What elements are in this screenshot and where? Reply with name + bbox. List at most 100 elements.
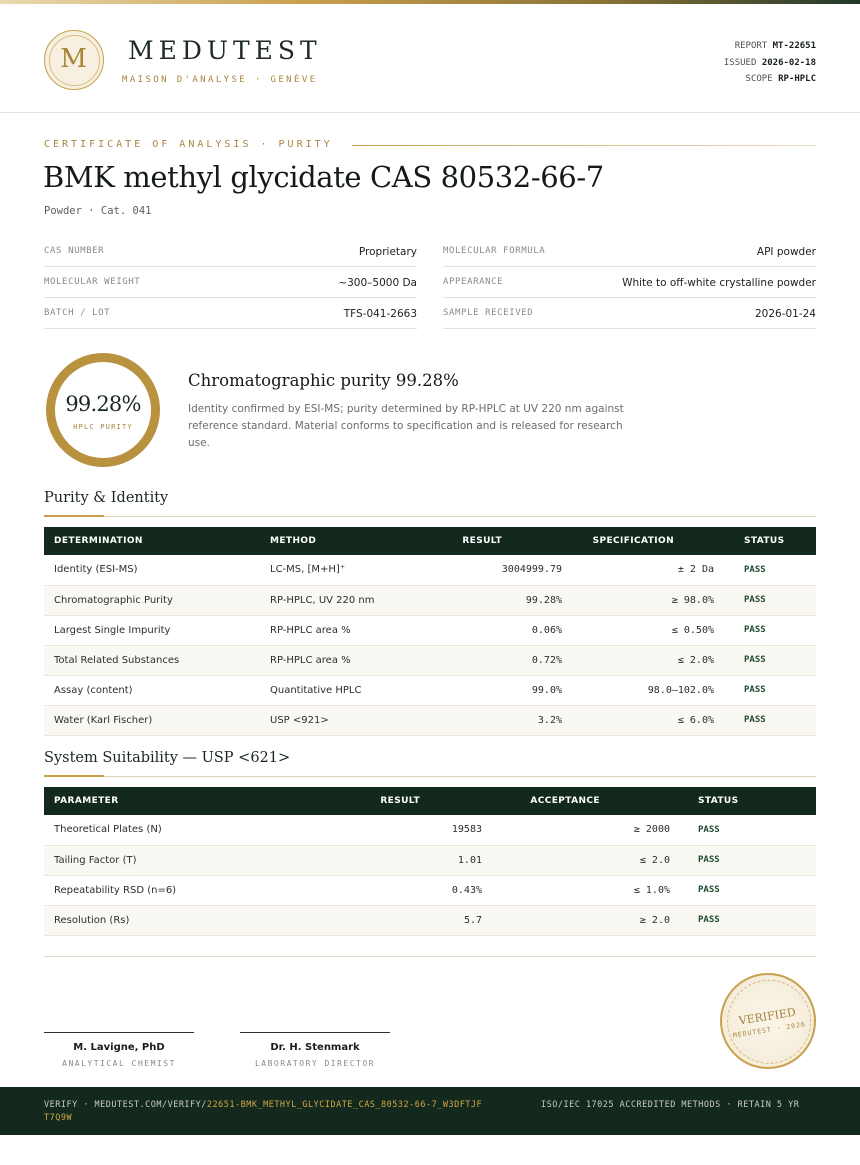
result-cell: 5.7 bbox=[344, 905, 492, 936]
purity-heading: Chromatographic purity 99.28% bbox=[188, 371, 459, 390]
status-badge: PASS bbox=[680, 815, 816, 846]
status-badge: PASS bbox=[680, 905, 816, 936]
acceptance-cell: ≥ 2000 bbox=[492, 815, 680, 846]
issued-date: ISSUED 2026-02-18 bbox=[723, 57, 816, 68]
table-row: Water (Karl Fischer) USP <921> 3.2% ≤ 6.… bbox=[44, 705, 816, 736]
signatory-role: LABORATORY DIRECTOR bbox=[254, 1059, 375, 1068]
specification-cell: ≤ 0.50% bbox=[572, 615, 724, 646]
parameter-cell: Resolution (Rs) bbox=[44, 905, 344, 936]
spec-row-cas: CAS NUMBER Proprietary bbox=[44, 236, 417, 267]
status-badge: PASS bbox=[724, 585, 816, 616]
spec-value: ~300–5000 Da bbox=[338, 277, 417, 289]
specification-cell: ≤ 2.0% bbox=[572, 645, 724, 676]
purity-caption: HPLC PURITY bbox=[73, 423, 133, 431]
table-row: Chromatographic Purity RP-HPLC, UV 220 n… bbox=[44, 585, 816, 616]
footer-divider bbox=[44, 956, 816, 957]
column-header: DETERMINATION bbox=[54, 536, 143, 546]
table-header-row: PARAMETER RESULT ACCEPTANCE STATUS bbox=[44, 787, 816, 815]
result-cell: 0.72% bbox=[428, 645, 572, 676]
kicker-text: CERTIFICATE OF ANALYSIS · PURITY bbox=[44, 139, 333, 150]
method-cell: RP-HPLC, UV 220 nm bbox=[260, 585, 428, 616]
method-cell: RP-HPLC area % bbox=[260, 615, 428, 646]
signatory-name: M. Lavigne, PhD bbox=[73, 1042, 165, 1053]
specification-cell: ≤ 6.0% bbox=[572, 705, 724, 736]
result-cell: 19583 bbox=[344, 815, 492, 846]
section-divider bbox=[44, 515, 816, 517]
stamp-word: VERIFIED bbox=[737, 1005, 797, 1028]
verified-stamp: VERIFIED MEDUTEST · 2026 bbox=[713, 966, 823, 1076]
spec-row-formula: MOLECULAR FORMULA API powder bbox=[443, 236, 816, 267]
column-header: STATUS bbox=[698, 796, 739, 806]
signatory-role: ANALYTICAL CHEMIST bbox=[62, 1059, 176, 1068]
status-badge: PASS bbox=[724, 705, 816, 736]
table-row: Tailing Factor (T) 1.01 ≤ 2.0 PASS bbox=[44, 845, 816, 876]
method-cell: USP <921> bbox=[260, 705, 428, 736]
result-cell: 3.2% bbox=[428, 705, 572, 736]
specification-cell: ± 2 Da bbox=[572, 555, 724, 586]
verification-link[interactable]: VERIFY · MEDUTEST.COM/VERIFY/22651-BMK_M… bbox=[44, 1099, 484, 1125]
product-subtitle: Powder · Cat. 041 bbox=[44, 205, 152, 217]
status-badge: PASS bbox=[724, 555, 816, 586]
spec-value: White to off-white crystalline powder bbox=[622, 277, 816, 289]
acceptance-cell: ≥ 2.0 bbox=[492, 905, 680, 936]
medutest-logo: M bbox=[44, 30, 104, 90]
determination-cell: Identity (ESI-MS) bbox=[44, 555, 260, 586]
report-meta: REPORT MT-22651 ISSUED 2026-02-18 SCOPE … bbox=[724, 38, 816, 88]
determination-cell: Assay (content) bbox=[44, 675, 260, 706]
spec-row-molecular-weight: MOLECULAR WEIGHT ~300–5000 Da bbox=[44, 267, 417, 298]
status-badge: PASS bbox=[724, 645, 816, 676]
method-cell: RP-HPLC area % bbox=[260, 645, 428, 676]
signature-analytical-chemist: M. Lavigne, PhD ANALYTICAL CHEMIST bbox=[44, 1032, 194, 1068]
status-badge: PASS bbox=[724, 675, 816, 706]
signature-laboratory-director: Dr. H. Stenmark LABORATORY DIRECTOR bbox=[240, 1032, 390, 1068]
purity-badge: 99.28% HPLC PURITY bbox=[46, 353, 160, 467]
purity-identity-table: DETERMINATION METHOD RESULT SPECIFICATIO… bbox=[44, 527, 816, 736]
method-cell: LC-MS, [M+H]⁺ bbox=[260, 555, 428, 586]
spec-label: CAS NUMBER bbox=[44, 246, 105, 256]
table-row: Identity (ESI-MS) LC-MS, [M+H]⁺ 3004999.… bbox=[44, 555, 816, 586]
signatory-name: Dr. H. Stenmark bbox=[270, 1042, 360, 1053]
parameter-cell: Theoretical Plates (N) bbox=[44, 815, 344, 846]
column-header: PARAMETER bbox=[54, 796, 119, 806]
kicker-divider bbox=[352, 145, 816, 146]
certificate-kicker: CERTIFICATE OF ANALYSIS · PURITY bbox=[44, 139, 816, 151]
stamp-subtext: MEDUTEST · 2026 bbox=[732, 1020, 807, 1040]
table-row: Assay (content) Quantitative HPLC 99.0% … bbox=[44, 675, 816, 706]
section-title-system-suitability: System Suitability — USP <621> bbox=[44, 750, 291, 766]
table-header-row: DETERMINATION METHOD RESULT SPECIFICATIO… bbox=[44, 527, 816, 555]
status-badge: PASS bbox=[724, 615, 816, 646]
spec-label: SAMPLE RECEIVED bbox=[443, 308, 534, 318]
spec-column-right: MOLECULAR FORMULA API powder APPEARANCE … bbox=[443, 236, 816, 329]
logo-letter: M bbox=[60, 44, 87, 74]
parameter-cell: Repeatability RSD (n=6) bbox=[44, 875, 344, 906]
acceptance-cell: ≤ 1.0% bbox=[492, 875, 680, 906]
accreditation-note: ISO/IEC 17025 ACCREDITED METHODS · RETAI… bbox=[541, 1100, 800, 1110]
specification-cell: 98.0–102.0% bbox=[572, 675, 724, 706]
footer-bar: VERIFY · MEDUTEST.COM/VERIFY/22651-BMK_M… bbox=[0, 1087, 860, 1135]
column-header: SPECIFICATION bbox=[592, 536, 674, 546]
column-header: RESULT bbox=[380, 796, 420, 806]
table-row: Resolution (Rs) 5.7 ≥ 2.0 PASS bbox=[44, 905, 816, 936]
determination-cell: Chromatographic Purity bbox=[44, 585, 260, 616]
spec-row-batch: BATCH / LOT TFS-041-2663 bbox=[44, 298, 417, 329]
report-scope: SCOPE RP-HPLC bbox=[745, 74, 816, 84]
column-header: RESULT bbox=[462, 536, 502, 546]
result-cell: 0.06% bbox=[428, 615, 572, 646]
table-row: Largest Single Impurity RP-HPLC area % 0… bbox=[44, 615, 816, 646]
spec-label: MOLECULAR FORMULA bbox=[443, 246, 546, 256]
determination-cell: Total Related Substances bbox=[44, 645, 260, 676]
spec-row-sample-received: SAMPLE RECEIVED 2026-01-24 bbox=[443, 298, 816, 329]
spec-value: API powder bbox=[756, 246, 816, 258]
method-cell: Quantitative HPLC bbox=[260, 675, 428, 706]
product-title: BMK methyl glycidate CAS 80532-66-7 bbox=[43, 160, 604, 194]
system-suitability-table: PARAMETER RESULT ACCEPTANCE STATUS Theor… bbox=[44, 787, 816, 936]
report-number: REPORT MT-22651 bbox=[734, 41, 816, 51]
column-header: ACCEPTANCE bbox=[530, 796, 600, 806]
spec-value: 2026-01-24 bbox=[754, 308, 816, 320]
result-cell: 99.0% bbox=[428, 675, 572, 706]
spec-label: BATCH / LOT bbox=[44, 308, 111, 318]
result-cell: 0.43% bbox=[344, 875, 492, 906]
purity-value: 99.28% bbox=[65, 392, 141, 416]
result-cell: 3004999.79 bbox=[428, 555, 572, 586]
acceptance-cell: ≤ 2.0 bbox=[492, 845, 680, 876]
